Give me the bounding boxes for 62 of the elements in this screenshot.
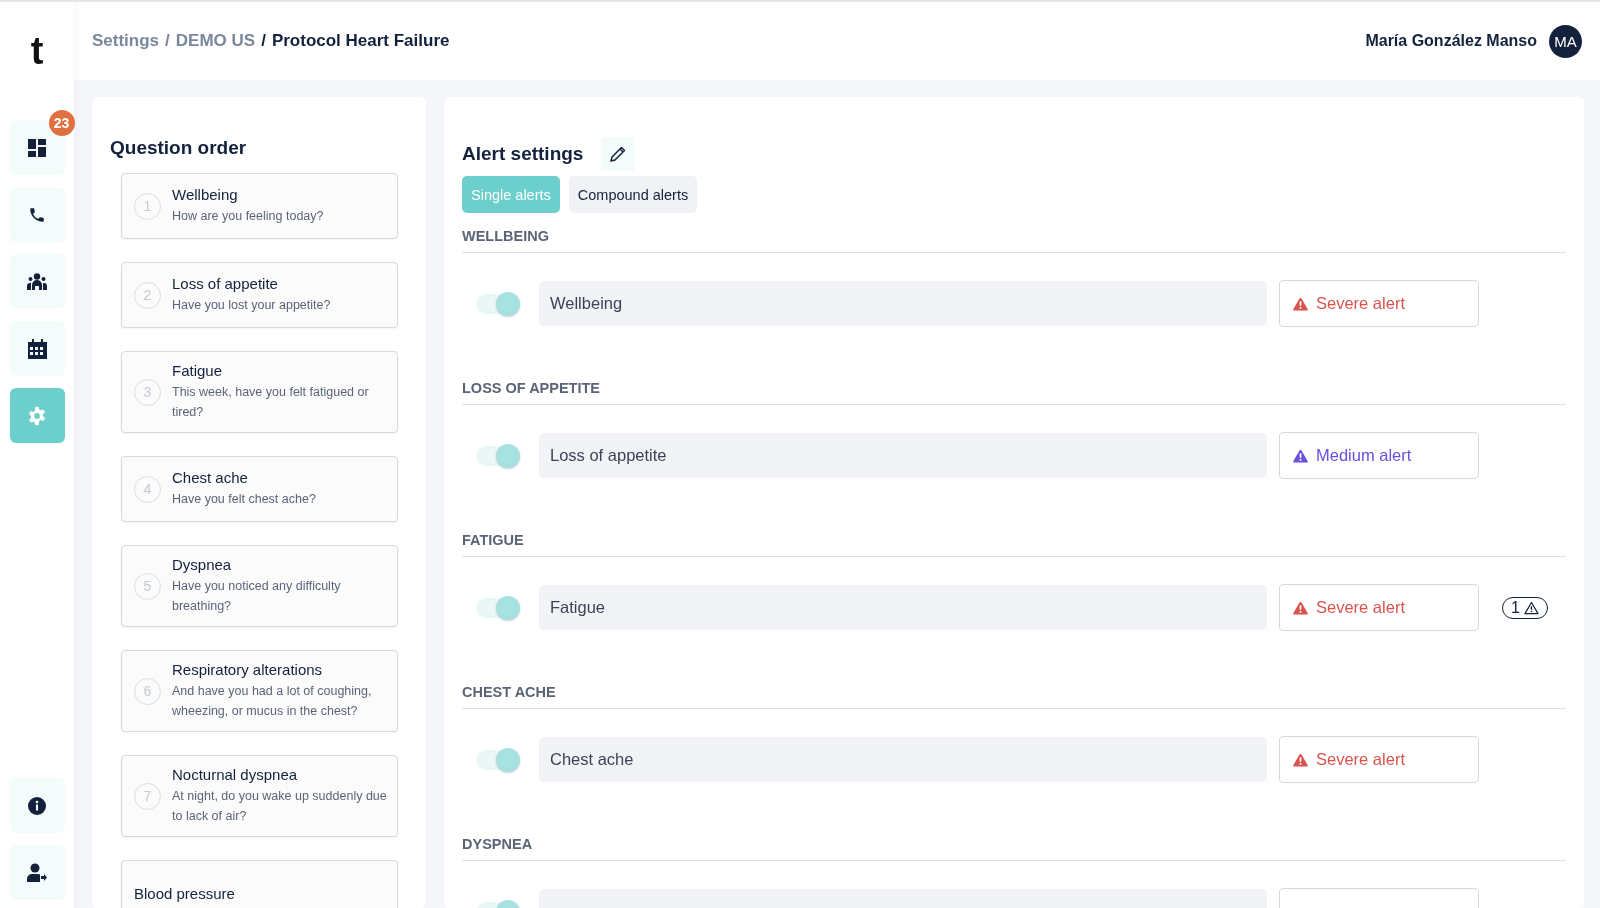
section-heading: LOSS OF APPETITE <box>462 380 1566 405</box>
calendar-icon <box>27 338 47 359</box>
question-title: Blood pressure <box>134 884 235 902</box>
question-item[interactable]: Blood pressure <box>121 860 398 908</box>
question-label-field[interactable]: Fatigue <box>539 585 1267 630</box>
section-heading: WELLBEING <box>462 228 1566 253</box>
question-text: At night, do you wake up suddenly due to lack of air? <box>172 788 388 825</box>
alert-level-button[interactable]: Severe alert <box>1279 736 1479 783</box>
sidebar-nav-button[interactable] <box>9 321 65 376</box>
breadcrumb-separator: / <box>261 31 266 51</box>
alert-level-button[interactable]: Medium alert <box>1279 432 1479 479</box>
alert-level-button[interactable]: Severe alert <box>1279 584 1479 631</box>
breadcrumb-item: Protocol Heart Failure <box>271 31 450 51</box>
question-label-field[interactable]: Chest ache <box>539 737 1267 782</box>
toggle-switch[interactable] <box>476 445 518 466</box>
question-text: Have you lost your appetite? <box>172 297 331 314</box>
alert-type-tab[interactable]: Compound alerts <box>568 176 698 213</box>
user-name: María González Manso <box>1365 32 1537 50</box>
question-title: Fatigue <box>172 362 224 379</box>
phone-icon <box>28 205 46 224</box>
section-heading: FATIGUE <box>462 532 1566 557</box>
question-title: Nocturnal dyspnea <box>172 766 299 783</box>
toggle-switch[interactable] <box>476 749 518 770</box>
question-text: And have you had a lot of coughing, wheezing, or mucus in the chest? <box>172 683 373 720</box>
warning-icon <box>1293 296 1308 311</box>
section-heading: DYSPNEA <box>462 836 1566 861</box>
breadcrumb-separator: / <box>165 31 170 51</box>
question-text: This week, have you felt fatigued or tired? <box>172 384 370 421</box>
question-text: Have you felt chest ache? <box>172 491 316 508</box>
question-label-field[interactable]: Wellbeing <box>539 281 1267 326</box>
section-title: Alert settings <box>462 143 584 165</box>
question-text: Have you noticed any difficulty breathing? <box>172 578 342 615</box>
notification-badge: 23 <box>48 110 75 136</box>
question-title: Wellbeing <box>172 186 239 203</box>
people-icon <box>27 272 47 291</box>
toggle-switch[interactable] <box>476 597 518 618</box>
info-icon <box>28 796 46 815</box>
warning-icon <box>1293 448 1308 463</box>
alert-level-button[interactable]: Severe alert <box>1279 280 1479 327</box>
settings-icon <box>27 405 47 426</box>
question-title: Dyspnea <box>172 556 233 573</box>
pencil-icon <box>609 145 628 163</box>
app-logo[interactable]: t <box>30 32 44 70</box>
question-label-field[interactable]: Loss of appetite <box>539 433 1267 478</box>
sidebar-nav-button[interactable] <box>9 778 65 833</box>
toggle-switch[interactable] <box>476 293 518 314</box>
question-title: Respiratory alterations <box>172 661 324 678</box>
dashboard-icon <box>28 138 46 157</box>
breadcrumb-item[interactable]: Settings <box>92 31 160 51</box>
edit-button[interactable] <box>601 137 636 171</box>
section-heading: CHEST ACHE <box>462 684 1566 709</box>
question-title: Loss of appetite <box>172 275 279 292</box>
question-title: Chest ache <box>172 469 249 486</box>
user-transfer-icon <box>27 862 47 883</box>
sidebar-nav-button[interactable] <box>9 254 65 309</box>
user-avatar[interactable]: MA <box>1549 24 1582 58</box>
warning-icon <box>1293 600 1308 615</box>
breadcrumb-item[interactable]: DEMO US <box>175 31 256 51</box>
warning-icon <box>1293 752 1308 767</box>
question-text: How are you feeling today? <box>172 208 324 225</box>
section-title: Question order <box>110 137 248 159</box>
sidebar-nav-button[interactable] <box>9 845 65 900</box>
